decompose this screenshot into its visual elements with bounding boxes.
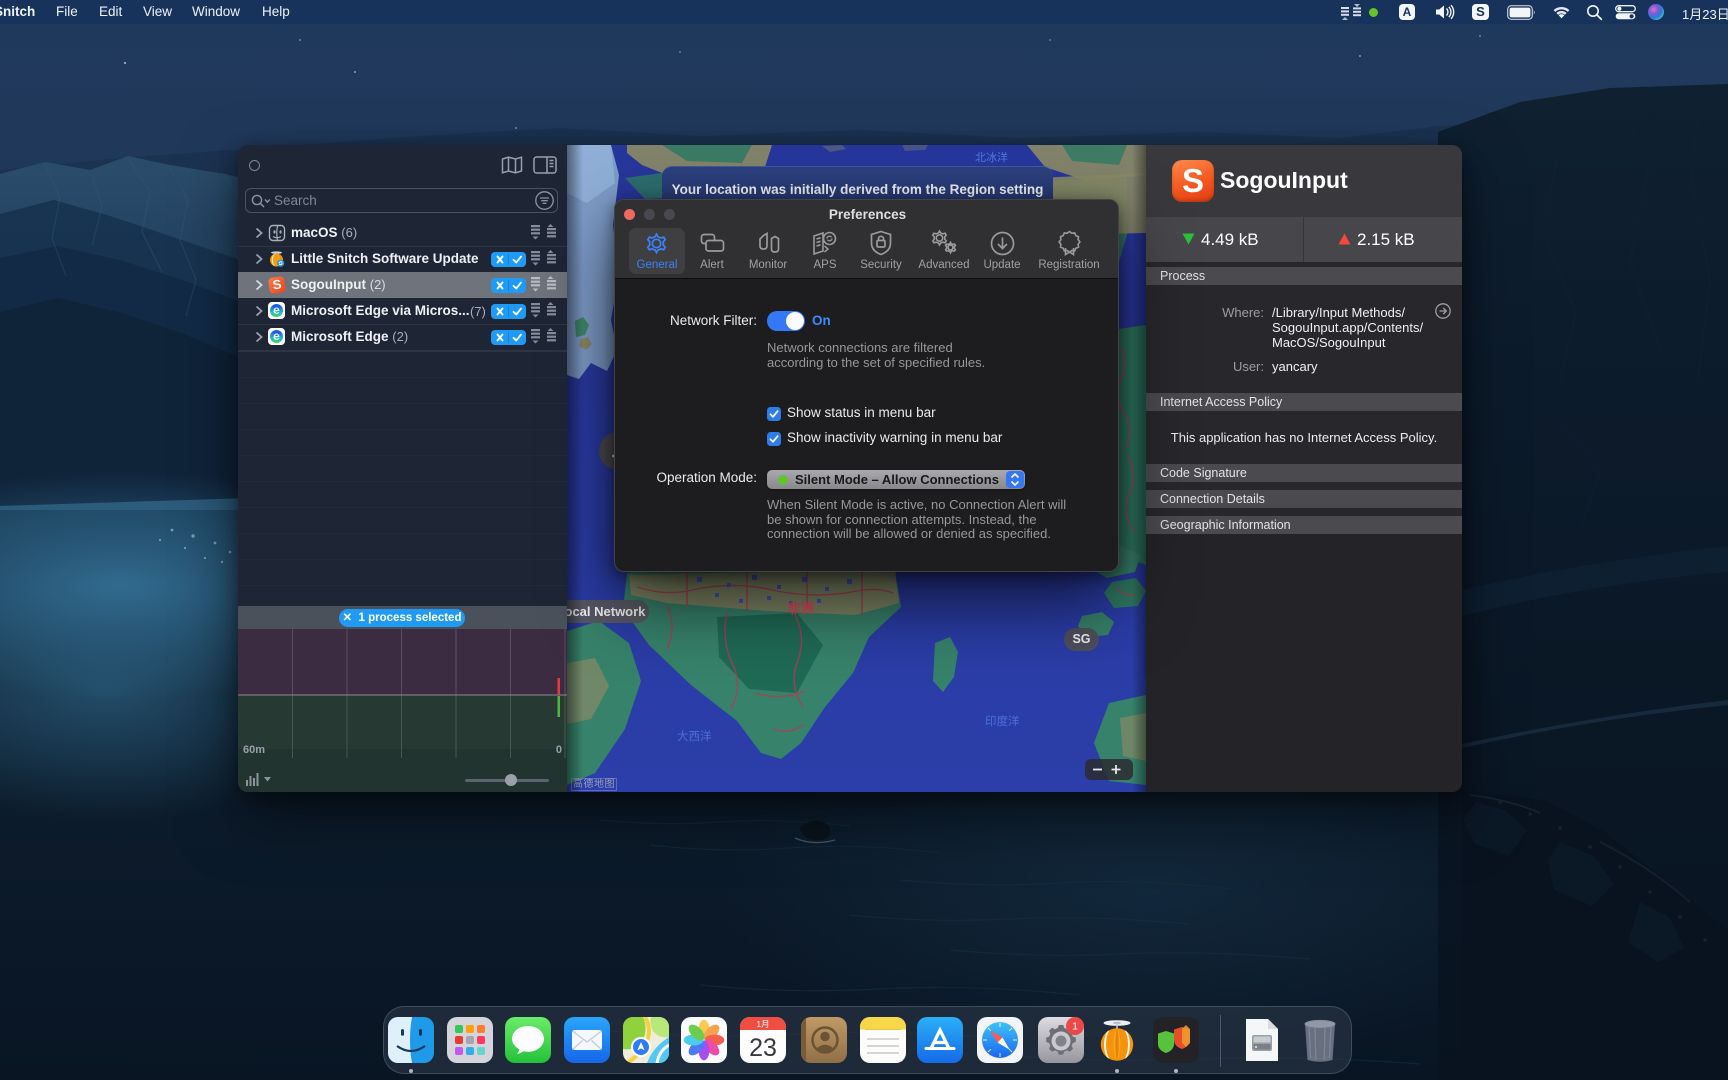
svg-text:0: 0	[556, 744, 562, 756]
svg-text:北冰洋: 北冰洋	[975, 150, 1008, 164]
svg-text:印度洋: 印度洋	[985, 714, 1020, 728]
svg-text:60m: 60m	[243, 744, 265, 756]
svg-text:1: 1	[1072, 1021, 1078, 1033]
svg-text:大西洋: 大西洋	[677, 729, 712, 743]
svg-text:1月: 1月	[756, 1019, 769, 1029]
svg-text:23: 23	[749, 1034, 777, 1062]
svg-text:非洲: 非洲	[787, 600, 814, 616]
